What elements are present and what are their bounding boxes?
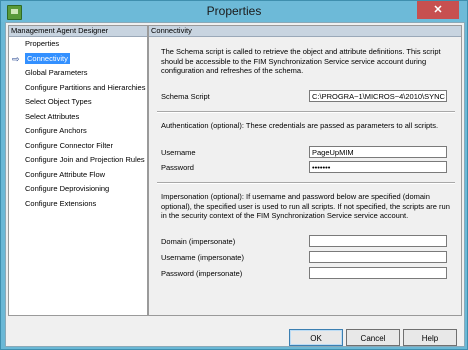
nav-item-label: Select Attributes xyxy=(25,111,80,121)
connectivity-pane: Connectivity The Schema script is called… xyxy=(148,25,462,316)
dialog-client: Management Agent Designer Properties ⇨ Con… xyxy=(5,22,465,347)
password-input[interactable]: ••••••• xyxy=(309,161,447,173)
nav-item-label: Global Parameters xyxy=(25,68,88,77)
schema-script-input[interactable]: C:\PROGRA~1\MICROS~4\2010\SYNC xyxy=(309,90,447,102)
nav-item-label: Configure Extensions xyxy=(25,198,97,208)
password-impersonate-input[interactable] xyxy=(309,267,447,279)
designer-nav-pane: Management Agent Designer Properties ⇨ Con… xyxy=(8,25,148,316)
username-impersonate-input[interactable] xyxy=(309,251,447,263)
nav-item-configure-join-and-projection-rules[interactable]: Configure Join and Projection Rules xyxy=(9,153,147,168)
domain-impersonate-label: Domain (impersonate) xyxy=(161,237,236,246)
nav-item-select-attributes[interactable]: Select Attributes xyxy=(9,110,147,125)
impersonation-description: Impersonation (optional): If username an… xyxy=(161,192,450,220)
close-button[interactable]: ✕ xyxy=(417,1,459,19)
domain-impersonate-input[interactable] xyxy=(309,235,447,247)
help-button[interactable]: Help xyxy=(403,329,457,346)
nav-item-properties[interactable]: Properties xyxy=(9,37,147,52)
nav-item-label: Configure Connector Filter xyxy=(25,140,113,150)
nav-item-label: Select Object Types xyxy=(25,97,92,106)
schema-script-label: Schema Script xyxy=(161,92,210,101)
cancel-button[interactable]: Cancel xyxy=(346,329,400,346)
nav-list: Properties ⇨ Connectivity Global Parameters… xyxy=(9,37,147,211)
schema-description: The Schema script is called to retrieve … xyxy=(161,47,441,75)
username-impersonate-label: Username (impersonate) xyxy=(161,253,244,262)
nav-item-label: Properties xyxy=(25,39,60,48)
nav-item-label: Configure Attribute Flow xyxy=(25,169,106,179)
auth-description: Authentication (optional): These credent… xyxy=(161,121,439,130)
username-input[interactable]: PageUpMIM xyxy=(309,146,447,158)
nav-item-configure-attribute-flow[interactable]: Configure Attribute Flow xyxy=(9,168,147,183)
nav-item-label: Configure Join and Projection Rules xyxy=(25,155,145,164)
connectivity-header: Connectivity xyxy=(149,26,461,37)
nav-item-configure-deprovisioning[interactable]: Configure Deprovisioning xyxy=(9,182,147,197)
ok-button[interactable]: OK xyxy=(289,329,343,346)
password-impersonate-label: Password (impersonate) xyxy=(161,269,243,278)
separator xyxy=(157,182,455,184)
nav-item-global-parameters[interactable]: Global Parameters xyxy=(9,66,147,81)
properties-window: Properties ✕ Management Agent Designer P… xyxy=(0,0,468,350)
nav-item-configure-connector-filter[interactable]: Configure Connector Filter xyxy=(9,139,147,154)
nav-item-label: Configure Deprovisioning xyxy=(25,184,110,193)
nav-item-configure-partitions-and-hierarchies[interactable]: Configure Partitions and Hierarchies xyxy=(9,81,147,96)
nav-item-configure-anchors[interactable]: Configure Anchors xyxy=(9,124,147,139)
selected-arrow-icon: ⇨ xyxy=(12,53,20,64)
nav-item-configure-extensions[interactable]: Configure Extensions xyxy=(9,197,147,212)
separator xyxy=(157,111,455,113)
title-bar[interactable]: Properties ✕ xyxy=(1,1,467,22)
window-title: Properties xyxy=(206,4,262,18)
password-label: Password xyxy=(161,163,194,172)
username-label: Username xyxy=(161,148,196,157)
nav-item-label: Configure Anchors xyxy=(25,126,87,135)
nav-item-label: Connectivity xyxy=(25,52,70,64)
nav-item-select-object-types[interactable]: Select Object Types xyxy=(9,95,147,110)
nav-pane-header: Management Agent Designer xyxy=(9,26,147,37)
nav-item-label: Configure Partitions and Hierarchies xyxy=(25,82,146,92)
nav-item-connectivity[interactable]: ⇨ Connectivity xyxy=(9,52,147,67)
